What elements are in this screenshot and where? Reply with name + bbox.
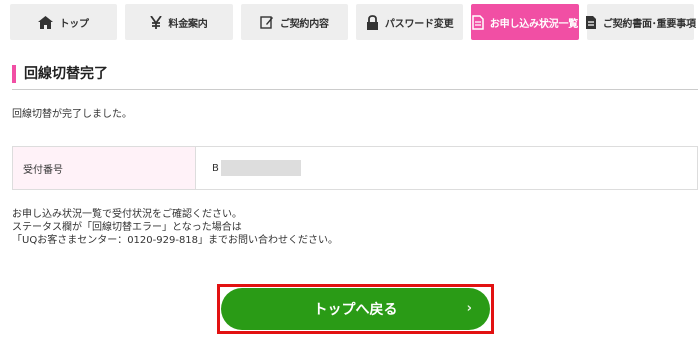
nav-item-label: ご契約書面･重要事項 [602,18,696,30]
nav-item-label: ご契約内容 [279,18,329,30]
document-icon [585,15,597,30]
note-line: 「UQお客さまセンター：0120-929-818」までお問い合わせください。 [12,235,339,246]
status-notes: お申し込み状況一覧で受付状況をご確認ください。 ステータス欄が「回線切替エラー」… [12,208,338,247]
chevron-right-icon: › [466,301,472,316]
nav-item-top[interactable]: トップ [10,4,118,40]
main-navigation: トップ 料金案内 ご契約内容 パスワード変更 お申し込み状況一覧 ご契約書面･重… [10,4,698,40]
note-line: お申し込み状況一覧で受付状況をご確認ください。 [12,209,242,220]
title-accent [12,65,16,83]
reception-number-table: 受付番号 B [12,146,698,190]
nav-item-password[interactable]: パスワード変更 [355,4,464,40]
nav-item-contract[interactable]: ご契約内容 [240,4,348,40]
reception-number-prefix: B [212,162,219,174]
back-to-top-button[interactable]: トップへ戻る › [221,288,490,330]
redacted-number [220,160,301,176]
nav-item-contract-documents[interactable]: ご契約書面･重要事項 [585,4,696,40]
yen-icon [150,15,163,29]
title-divider [12,89,698,90]
note-line: ステータス欄が「回線切替エラー」となった場合は [12,222,242,233]
back-to-top-label: トップへ戻る [313,302,398,318]
document-icon [472,14,484,30]
reception-number-label: 受付番号 [13,147,196,189]
nav-item-label: お申し込み状況一覧 [489,18,579,30]
completion-message: 回線切替が完了しました。 [12,109,132,120]
nav-item-label: パスワード変更 [384,18,454,30]
lock-icon [366,14,379,30]
reception-number-value: B [196,147,697,189]
home-icon [38,15,54,29]
page-title: 回線切替完了 [24,66,108,82]
nav-item-application-status[interactable]: お申し込み状況一覧 [471,4,579,40]
edit-icon [260,15,274,29]
nav-item-label: トップ [59,18,89,30]
nav-item-pricing[interactable]: 料金案内 [125,4,233,40]
nav-item-label: 料金案内 [168,18,208,30]
